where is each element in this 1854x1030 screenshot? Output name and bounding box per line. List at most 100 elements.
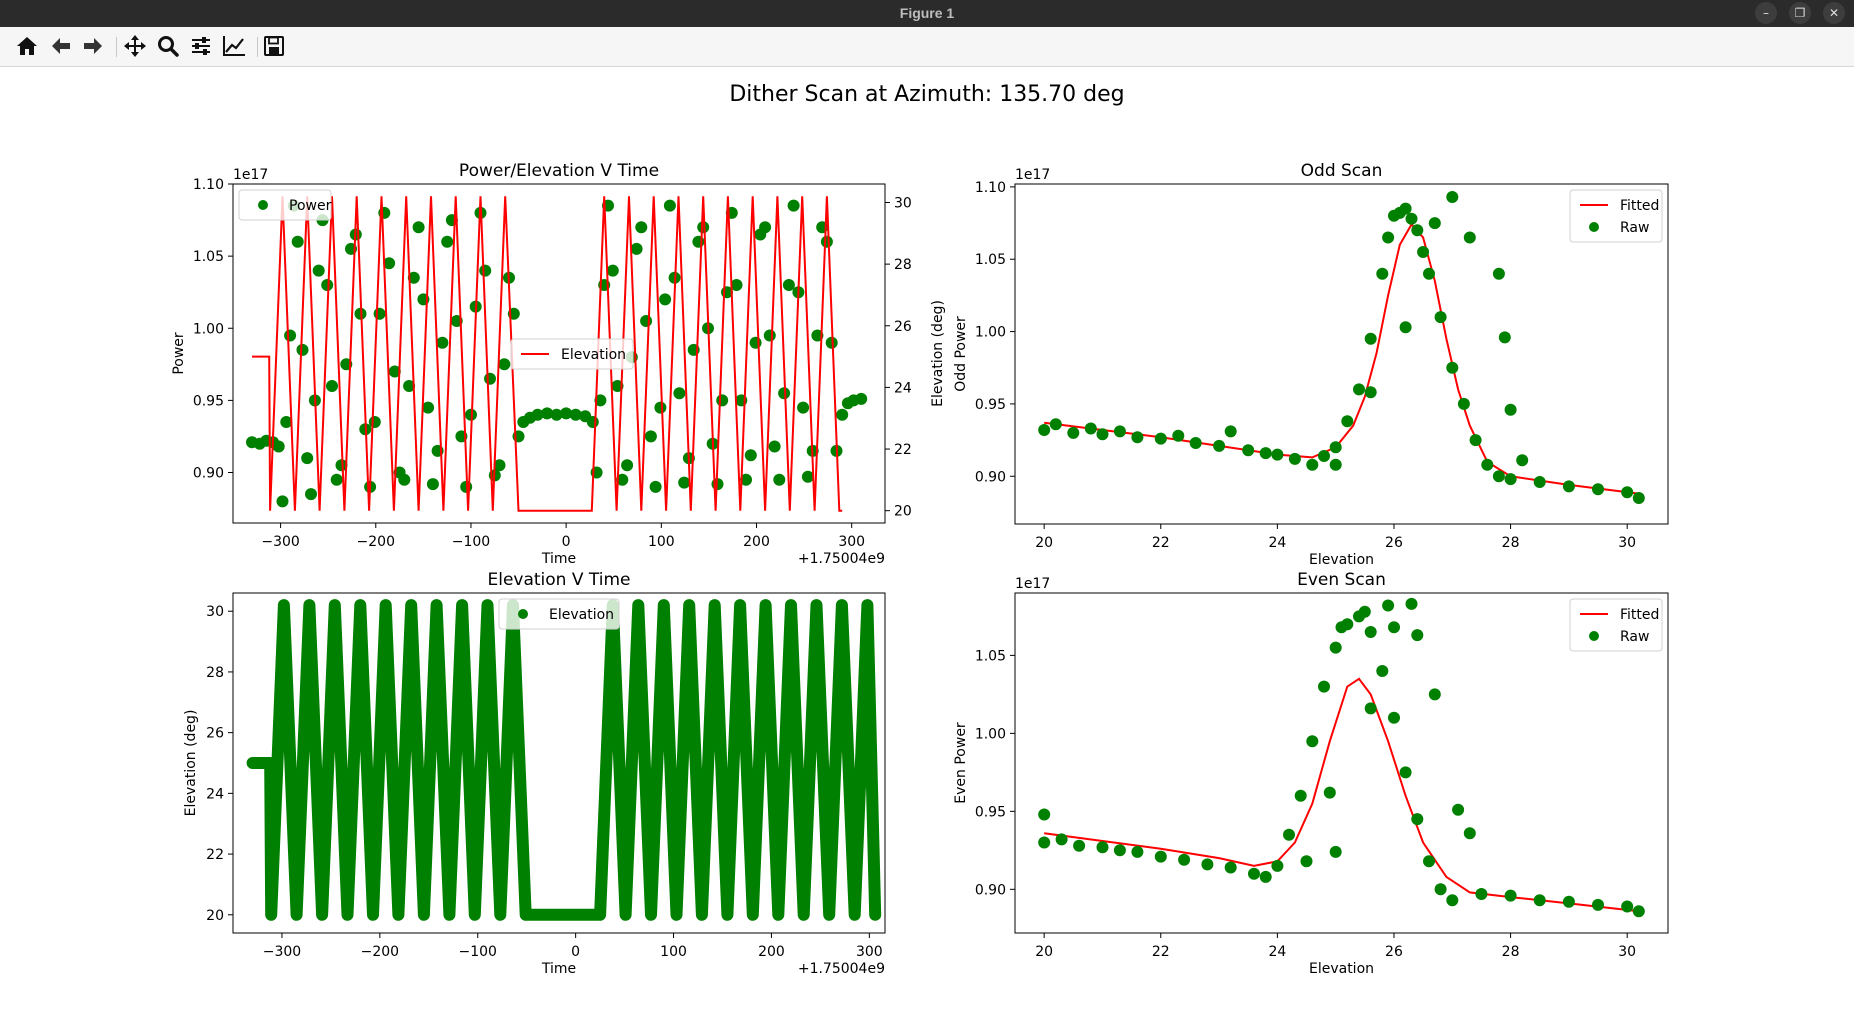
data-point [1592, 483, 1604, 496]
data-point [1242, 444, 1255, 457]
legend-marker-swatch [258, 200, 268, 210]
y-tick-label: 1.00 [975, 726, 1006, 742]
data-point [663, 199, 676, 212]
data-point [1131, 431, 1144, 444]
data-point [1498, 331, 1511, 344]
x-tick-label: −100 [459, 944, 497, 960]
configure-subplots-icon[interactable] [186, 32, 216, 60]
data-point [635, 221, 648, 234]
y-tick-label: 1.10 [975, 180, 1006, 196]
restore-icon[interactable]: ❐ [1789, 2, 1811, 24]
legend-marker-swatch [518, 609, 528, 619]
data-point [763, 329, 776, 342]
forward-arrow-icon[interactable] [78, 32, 108, 60]
data-point [1306, 458, 1319, 471]
data-point [326, 380, 338, 392]
x-tick-label: 100 [648, 534, 675, 550]
edit-axis-icon[interactable] [219, 32, 249, 60]
data-point [284, 329, 297, 342]
x-tick-label: 30 [1618, 944, 1636, 960]
data-point [1259, 447, 1272, 460]
x-offset-text: +1.75004e9 [798, 961, 885, 977]
back-arrow-icon[interactable] [46, 32, 76, 60]
data-point [546, 909, 557, 920]
y-tick-label: 0.95 [975, 804, 1006, 820]
data-point [1621, 900, 1634, 913]
data-point [606, 264, 619, 277]
data-point [441, 235, 454, 248]
data-point [1306, 735, 1319, 748]
y2-axis-label: Elevation (deg) [930, 300, 946, 407]
x-axis-label: Time [541, 551, 576, 567]
figure-canvas: Dither Scan at Azimuth: 135.70 deg −300−… [0, 67, 1854, 1026]
data-point [1213, 439, 1226, 452]
data-point [1621, 486, 1634, 499]
zoom-icon[interactable] [153, 32, 183, 60]
y-tick-label: 1.00 [193, 321, 224, 337]
data-point [1038, 836, 1051, 849]
data-point [412, 221, 425, 234]
data-point [1562, 895, 1575, 908]
data-point [1318, 680, 1330, 693]
data-point [644, 430, 657, 443]
y-tick-label: 1.05 [193, 249, 224, 265]
data-point [1113, 425, 1126, 438]
x-tick-label: 28 [1502, 944, 1520, 960]
data-point [768, 440, 781, 453]
y-multiplier-text: 1e17 [1015, 576, 1050, 592]
home-icon[interactable] [12, 32, 42, 60]
data-point [426, 478, 439, 491]
data-point [1463, 231, 1476, 244]
x-tick-label: 26 [1385, 944, 1403, 960]
legend-label: Elevation [561, 347, 626, 363]
data-point [1283, 828, 1295, 841]
save-icon[interactable] [259, 32, 289, 60]
data-point [630, 242, 643, 255]
data-point [1323, 786, 1336, 799]
data-point [1399, 202, 1412, 215]
data-point [1318, 450, 1330, 462]
data-point [1038, 808, 1051, 821]
data-point [836, 408, 849, 421]
close-icon[interactable]: ✕ [1823, 2, 1845, 24]
x-tick-label: 0 [571, 944, 580, 960]
y2-tick-label: 22 [894, 442, 912, 458]
x-tick-label: −100 [452, 534, 490, 550]
data-point [759, 221, 772, 234]
data-point [1172, 429, 1185, 442]
data-point [1329, 641, 1342, 654]
data-point [1353, 383, 1365, 396]
chart-power-elevation: −300 −200 −100 0 100 200 300 0.90 0.95 1.00 1.05 1.… [171, 161, 946, 567]
data-point [1481, 458, 1494, 471]
data-point [398, 473, 411, 486]
data-point [1411, 629, 1424, 642]
x-axis-label: Time [541, 961, 576, 977]
plot-area [1038, 191, 1645, 504]
data-point [855, 392, 868, 405]
data-point [1446, 191, 1459, 203]
plot-area [1038, 597, 1645, 918]
minimize-icon[interactable]: – [1755, 2, 1777, 24]
y-axis-label: Elevation (deg) [183, 710, 199, 817]
data-point [678, 476, 691, 489]
window-titlebar: Figure 1 – ❐ ✕ [0, 0, 1854, 27]
data-point [373, 307, 386, 320]
data-point [1248, 867, 1260, 880]
data-point [1055, 833, 1068, 846]
series-line [1044, 677, 1639, 913]
data-point [1469, 434, 1482, 447]
data-point [1364, 626, 1377, 638]
data-point [1376, 267, 1389, 280]
x-tick-label: 24 [1268, 944, 1286, 960]
pan-icon[interactable] [120, 32, 150, 60]
x-tick-label: 22 [1152, 944, 1170, 960]
data-point [1533, 476, 1546, 488]
data-point [1259, 870, 1272, 883]
data-point [654, 401, 667, 414]
data-point [1388, 621, 1400, 634]
legend-marker-swatch [1589, 631, 1599, 641]
data-point [1592, 898, 1604, 911]
data-point [1516, 454, 1529, 467]
y-tick-label: 0.95 [193, 393, 224, 409]
y2-tick-label: 20 [894, 504, 912, 520]
